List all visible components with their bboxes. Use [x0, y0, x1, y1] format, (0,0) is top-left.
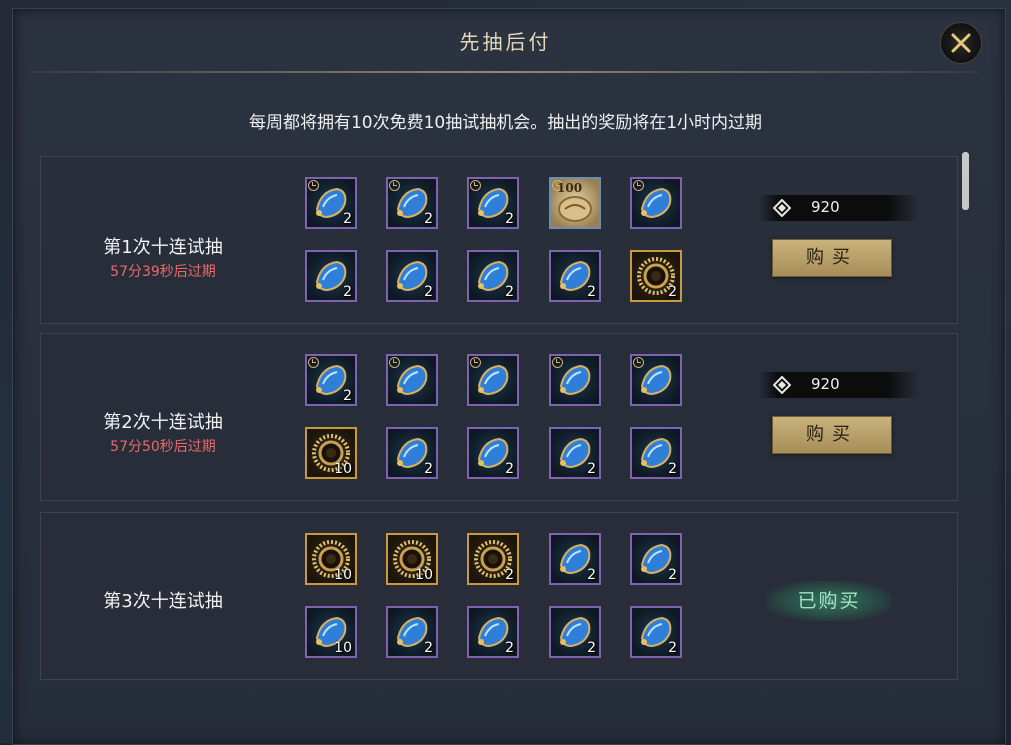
price-value: 920: [811, 198, 840, 216]
reward-item-scroll[interactable]: 100: [549, 177, 601, 229]
notice-text: 每周都将拥有10次免费10抽试抽机会。抽出的奖励将在1小时内过期: [248, 113, 763, 133]
scrollbar-thumb[interactable]: [962, 152, 969, 210]
clock-icon: [470, 357, 481, 368]
clock-icon: [308, 180, 319, 191]
title-divider: [28, 71, 978, 73]
draw-row-1: 第1次十连试抽 57分39秒后过期 920 购买 2 2 2 100 2 2 2 2 2: [40, 156, 958, 324]
clock-icon: [389, 180, 400, 191]
reward-item-gem[interactable]: 2: [467, 177, 519, 229]
reward-item-gem[interactable]: 2: [386, 250, 438, 302]
item-quantity: 2: [343, 211, 352, 227]
item-quantity: 10: [334, 461, 352, 477]
buy-button[interactable]: 购买: [772, 416, 892, 454]
row-title: 第3次十连试抽: [103, 591, 223, 612]
item-quantity: 2: [505, 284, 514, 300]
dialog-title: 先抽后付: [459, 30, 552, 54]
item-quantity: 2: [587, 567, 596, 583]
reward-item-gem[interactable]: 2: [305, 354, 357, 406]
item-quantity: 2: [505, 640, 514, 656]
reward-item-gem[interactable]: 2: [305, 177, 357, 229]
row-title: 第2次十连试抽: [103, 412, 223, 433]
reward-item-gem[interactable]: [386, 354, 438, 406]
item-quantity: 2: [668, 284, 677, 300]
close-icon: [951, 33, 971, 53]
price-tag: 920: [759, 195, 919, 221]
reward-item-gem[interactable]: 10: [305, 606, 357, 658]
item-quantity: 2: [505, 567, 514, 583]
draw-row-3: 第3次十连试抽 已购买 10 10 2 2 2 10 2 2 2 2: [40, 512, 958, 680]
reward-item-gem[interactable]: 2: [386, 177, 438, 229]
reward-item-gem[interactable]: [549, 354, 601, 406]
item-quantity: 2: [505, 461, 514, 477]
reward-item-gem[interactable]: 2: [630, 427, 682, 479]
currency-icon: [773, 199, 791, 217]
clock-icon: [633, 357, 644, 368]
reward-item-gem[interactable]: 2: [467, 250, 519, 302]
reward-item-gem[interactable]: 2: [549, 427, 601, 479]
row-expire-timer: 57分50秒后过期: [110, 439, 216, 455]
reward-item-ring[interactable]: 10: [305, 427, 357, 479]
item-quantity: 10: [334, 567, 352, 583]
item-quantity: 2: [424, 461, 433, 477]
item-quantity: 2: [668, 461, 677, 477]
close-button[interactable]: [940, 22, 982, 64]
item-quantity: 2: [424, 211, 433, 227]
item-quantity: 10: [415, 567, 433, 583]
reward-item-gem[interactable]: 2: [630, 533, 682, 585]
clock-icon: [552, 357, 563, 368]
clock-icon: [470, 180, 481, 191]
reward-item-gem[interactable]: 2: [549, 606, 601, 658]
reward-item-gem[interactable]: 2: [305, 250, 357, 302]
reward-item-gem[interactable]: 2: [386, 606, 438, 658]
price-tag: 920: [759, 372, 919, 398]
item-quantity: 2: [424, 284, 433, 300]
reward-item-gem[interactable]: 2: [549, 250, 601, 302]
item-quantity: 2: [587, 461, 596, 477]
reward-item-gem[interactable]: [630, 177, 682, 229]
item-quantity: 10: [334, 640, 352, 656]
draw-row-2: 第2次十连试抽 57分50秒后过期 920 购买 2 10 2 2 2 2: [40, 333, 958, 501]
reward-item-ring[interactable]: 10: [305, 533, 357, 585]
reward-item-gem[interactable]: 2: [467, 427, 519, 479]
item-badge: 100: [557, 181, 583, 195]
reward-item-gem[interactable]: 2: [386, 427, 438, 479]
item-quantity: 2: [424, 640, 433, 656]
row-title: 第1次十连试抽: [103, 237, 223, 258]
purchased-status: 已购买: [767, 581, 891, 621]
reward-item-gem[interactable]: 2: [630, 606, 682, 658]
row-expire-timer: 57分39秒后过期: [110, 264, 216, 280]
price-value: 920: [811, 375, 840, 393]
item-quantity: 2: [343, 284, 352, 300]
reward-item-ring[interactable]: 10: [386, 533, 438, 585]
reward-item-gem[interactable]: [467, 354, 519, 406]
currency-icon: [773, 376, 791, 394]
item-quantity: 2: [668, 567, 677, 583]
reward-item-gem[interactable]: [630, 354, 682, 406]
clock-icon: [389, 357, 400, 368]
reward-item-ring[interactable]: 2: [630, 250, 682, 302]
reward-item-gem[interactable]: 2: [549, 533, 601, 585]
item-quantity: 2: [587, 640, 596, 656]
reward-item-ring[interactable]: 2: [467, 533, 519, 585]
item-quantity: 2: [343, 388, 352, 404]
item-quantity: 2: [587, 284, 596, 300]
clock-icon: [308, 357, 319, 368]
buy-button[interactable]: 购买: [772, 239, 892, 277]
reward-item-gem[interactable]: 2: [467, 606, 519, 658]
item-quantity: 2: [505, 211, 514, 227]
clock-icon: [633, 180, 644, 191]
item-quantity: 2: [668, 640, 677, 656]
